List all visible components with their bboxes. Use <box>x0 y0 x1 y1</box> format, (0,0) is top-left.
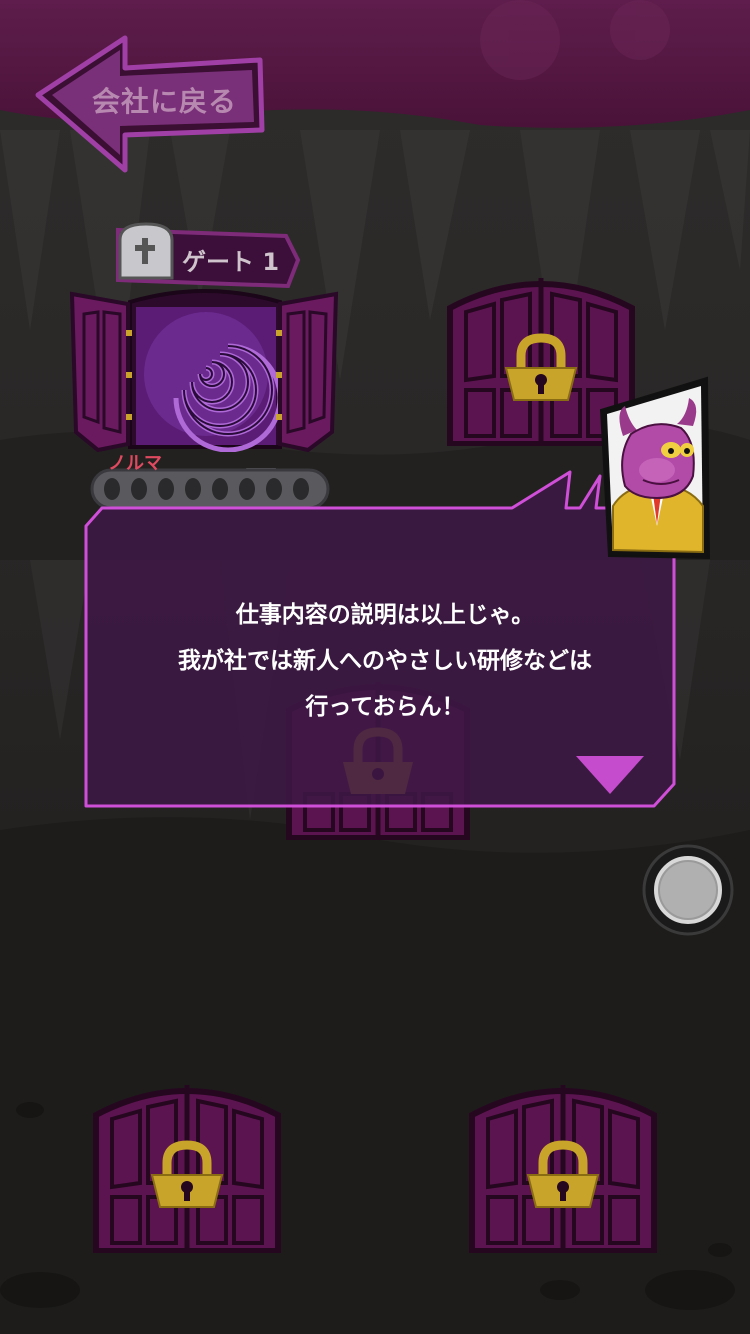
dialog-line: 我が社では新人へのやさしい研修などは <box>178 648 592 674</box>
game-scene: 会社に戻る ゲート 1 ノルマ 仕事内容の説明は以上じゃ。 我が社では新人へのや… <box>0 0 750 1334</box>
dialog-text: 仕事内容の説明は以上じゃ。 我が社では新人へのやさしい研修などは 行っておらん！ <box>95 592 675 730</box>
boss-portrait <box>597 376 712 562</box>
gate-4-locked-door[interactable] <box>92 1073 282 1254</box>
triangle-down-icon <box>576 756 644 794</box>
dialog-line: 行っておらん！ <box>305 694 465 720</box>
gate-1-open-door[interactable] <box>68 282 343 453</box>
back-button-label: 会社に戻る <box>92 85 238 118</box>
action-button[interactable] <box>640 842 736 938</box>
gate-label: ゲート 1 <box>182 248 280 276</box>
tombstone-icon <box>118 222 174 280</box>
gate-5-locked-door[interactable] <box>468 1073 658 1254</box>
next-dialog-button[interactable] <box>572 752 648 798</box>
dialog-line: 仕事内容の説明は以上じゃ。 <box>235 602 535 628</box>
vortex-portal <box>136 307 283 453</box>
